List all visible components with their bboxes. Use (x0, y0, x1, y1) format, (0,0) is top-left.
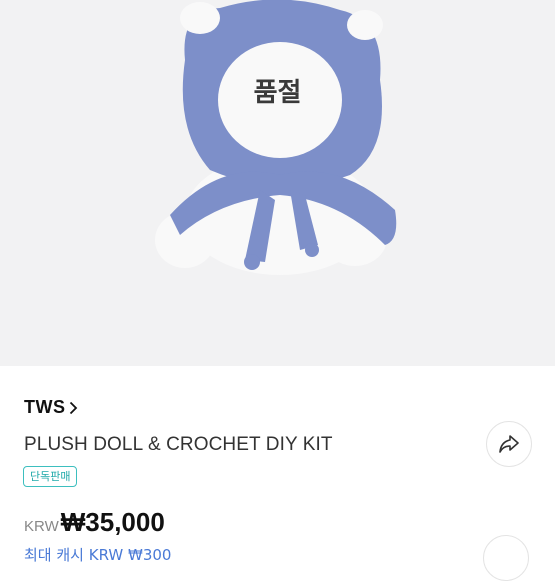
product-image[interactable]: 품절 (0, 0, 555, 366)
product-title: PLUSH DOLL & CROCHET DIY KIT (24, 434, 333, 455)
sold-out-label: 품절 (253, 78, 302, 108)
brand-link[interactable]: TWS (24, 397, 78, 418)
product-price: ₩35,000 (60, 507, 165, 537)
share-button[interactable] (486, 421, 532, 467)
share-icon (499, 435, 519, 453)
currency-label: KRW (24, 518, 59, 535)
like-button[interactable] (483, 535, 529, 581)
chevron-right-icon (69, 401, 77, 414)
brand-name: TWS (24, 397, 66, 417)
price-row: KRW ₩35,000 (24, 507, 165, 538)
plush-doll-illustration (155, 0, 397, 275)
exclusive-sale-badge: 단독판매 (23, 466, 78, 487)
